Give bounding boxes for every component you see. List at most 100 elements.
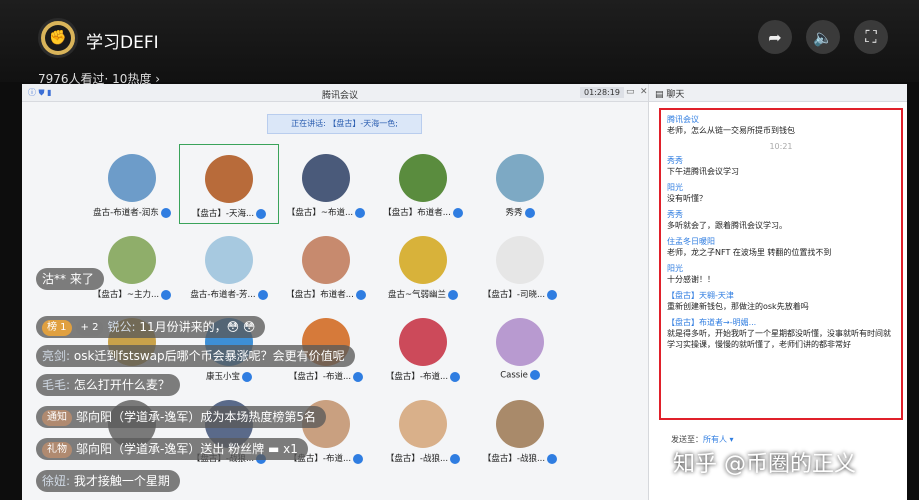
send-to-label: 发送至：: [671, 435, 703, 444]
channel-logo[interactable]: ✊: [38, 18, 78, 58]
chat-message: 就是得多听，开始我听了一个星期都没听懂，没事就听有时间就学习实操课，慢慢的就听懂…: [667, 329, 891, 349]
avatar: [399, 400, 447, 448]
mic-icon: [547, 453, 558, 464]
avatar: [108, 154, 156, 202]
participant-tile[interactable]: 【盘古】-战狼...: [470, 390, 570, 470]
meeting-timer: 01:28:19: [580, 87, 624, 98]
mic-icon: [529, 370, 540, 380]
participant-tile[interactable]: Cassie: [470, 308, 570, 388]
mic-icon: [242, 371, 252, 382]
meeting-title: 腾讯会议: [322, 91, 359, 101]
chat-sender: 【盘古】布道者→-明媚...: [667, 318, 757, 327]
chat-message: 没有听懂？: [667, 194, 707, 203]
mic-icon: [450, 371, 461, 382]
avatar: [496, 400, 544, 448]
participant-tile[interactable]: 秀秀: [470, 144, 570, 224]
chat-messages[interactable]: 腾讯会议 老师，怎么从链一交易所提币到钱包 10:21 秀秀 下午进腾讯会议学习 阳光 没有…: [659, 108, 903, 420]
avatar: [108, 236, 156, 284]
minimize-icon[interactable]: ▭: [626, 87, 635, 97]
watermark: 知乎 @币圈的正义: [673, 452, 856, 477]
mic-icon: [160, 207, 171, 218]
danmaku-comment: 通知 邬向阳（学道承-逸军）成为本场热度榜第5名: [36, 406, 326, 428]
participant-tile[interactable]: 盘古-布道者-芳...: [179, 226, 279, 306]
danmaku-text: 沽** 来了: [42, 272, 94, 286]
participant-name: 盘古~气弱幽兰: [373, 288, 473, 300]
danmaku-text: 怎么打开什么麦？: [73, 378, 170, 392]
mic-icon: [256, 208, 267, 219]
danmaku-text: 我才接触一个星期: [73, 474, 170, 488]
chat-icon: ▤: [655, 90, 664, 100]
mic-icon: [355, 289, 366, 300]
danmaku-tag: + 2: [75, 319, 104, 336]
mic-icon: [353, 453, 364, 464]
participant-tile[interactable]: 【盘古】-战狼...: [373, 390, 473, 470]
chat-header: ▤ 聊天: [649, 84, 907, 102]
chat-message: 老师，怎么从链一交易所提币到钱包: [667, 126, 795, 135]
volume-button[interactable]: 🔈: [806, 20, 840, 54]
danmaku-tag: 榜 1: [42, 319, 72, 336]
mic-icon: [448, 289, 459, 300]
danmaku-tag: 通知: [42, 409, 72, 426]
danmaku-comment: 榜 1 + 2 锐公: 11月份讲来的，😳 😳: [36, 316, 266, 338]
participant-name: 【盘古】布道者...: [373, 206, 473, 218]
status-icons: ⓘ ⛊ ▮: [28, 88, 52, 97]
send-to-select[interactable]: 所有人 ▾: [703, 435, 734, 444]
danmaku-text: 邬向阳（学道承-逸军）送出 粉丝牌 ▬ x1: [76, 442, 298, 456]
participant-tile[interactable]: 【盘古】布道者...: [373, 144, 473, 224]
avatar: [399, 318, 447, 366]
mic-icon: [450, 453, 461, 464]
participant-name: 【盘古】-战狼...: [373, 452, 473, 464]
participant-tile[interactable]: 【盘古】布道者...: [276, 226, 376, 306]
participant-tile[interactable]: 盘古-布道者-润东: [82, 144, 182, 224]
speaking-indicator: 正在讲话: 【盘古】-天海一色;: [267, 114, 422, 134]
send-to[interactable]: 发送至：所有人 ▾: [671, 434, 734, 445]
danmaku-comment: 徐妞: 我才接触一个星期: [36, 470, 180, 492]
danmaku-comment: 沽** 来了: [36, 268, 104, 290]
participant-name: 【盘古】~布道...: [276, 206, 376, 218]
danmaku-user: 徐妞:: [42, 474, 74, 488]
avatar: [399, 154, 447, 202]
participant-name: 【盘古】-布道...: [276, 370, 376, 382]
participant-name: 盘古-布道者-润东: [82, 206, 182, 218]
stream-top-bar: ✊ 学习DEFI 7976人看过· 10热度 › ➦ 🔈 ⛶: [0, 0, 919, 86]
close-icon[interactable]: ✕: [640, 87, 648, 97]
mic-icon: [452, 207, 463, 218]
avatar: [496, 318, 544, 366]
danmaku-comment: 礼物 邬向阳（学道承-逸军）送出 粉丝牌 ▬ x1: [36, 438, 308, 460]
avatar: [399, 236, 447, 284]
mic-icon: [353, 371, 364, 382]
share-icon: ➦: [768, 27, 782, 47]
chat-message: 多听就会了，跟着腾讯会议学习。: [667, 221, 787, 230]
danmaku-user: 毛毛:: [42, 378, 74, 392]
participant-tile[interactable]: 【盘古】-布道...: [373, 308, 473, 388]
mic-icon: [161, 289, 172, 300]
fullscreen-icon: ⛶: [865, 27, 877, 46]
mic-icon: [524, 207, 535, 218]
participant-name: Cassie: [470, 370, 570, 381]
fist-icon: ✊: [45, 25, 71, 51]
avatar: [496, 236, 544, 284]
participant-name: 【盘古】-布道...: [373, 370, 473, 382]
participant-tile[interactable]: 【盘古】~布道...: [276, 144, 376, 224]
participant-tile[interactable]: 【盘古】~主力...: [82, 226, 182, 306]
chat-panel: ▤ 聊天 腾讯会议老师，怎么从链一交易所提币到钱包 10:21 秀秀下午进腾讯会议学…: [648, 84, 907, 500]
fullscreen-button[interactable]: ⛶: [854, 20, 888, 54]
danmaku-user: 锐公:: [107, 320, 140, 334]
participant-tile[interactable]: 【盘古】-司晓...: [470, 226, 570, 306]
chat-message: 十分感谢！！: [667, 275, 715, 284]
danmaku-comment: 亮剑: osk迁到fstswap后哪个币会暴涨呢？会更有价值呢: [36, 345, 355, 367]
chat-message: 下午进腾讯会议学习: [667, 167, 739, 176]
chat-timestamp: 10:21: [769, 142, 793, 151]
participant-name: 【盘古】-天海...: [180, 207, 278, 219]
chat-sender: 腾讯会议: [667, 115, 699, 124]
chat-sender: 秀秀: [667, 156, 683, 165]
participant-name: 盘古-布道者-芳...: [179, 288, 279, 300]
avatar: [302, 154, 350, 202]
participant-tile[interactable]: 【盘古】-天海...: [179, 144, 279, 224]
danmaku-comment: 毛毛: 怎么打开什么麦？: [36, 374, 180, 396]
participant-name: 【盘古】布道者...: [276, 288, 376, 300]
participant-tile[interactable]: 盘古~气弱幽兰: [373, 226, 473, 306]
participant-name: 【盘古】-战狼...: [470, 452, 570, 464]
chat-sender: 【盘古】天翱-天津: [667, 291, 734, 300]
share-button[interactable]: ➦: [758, 20, 792, 54]
